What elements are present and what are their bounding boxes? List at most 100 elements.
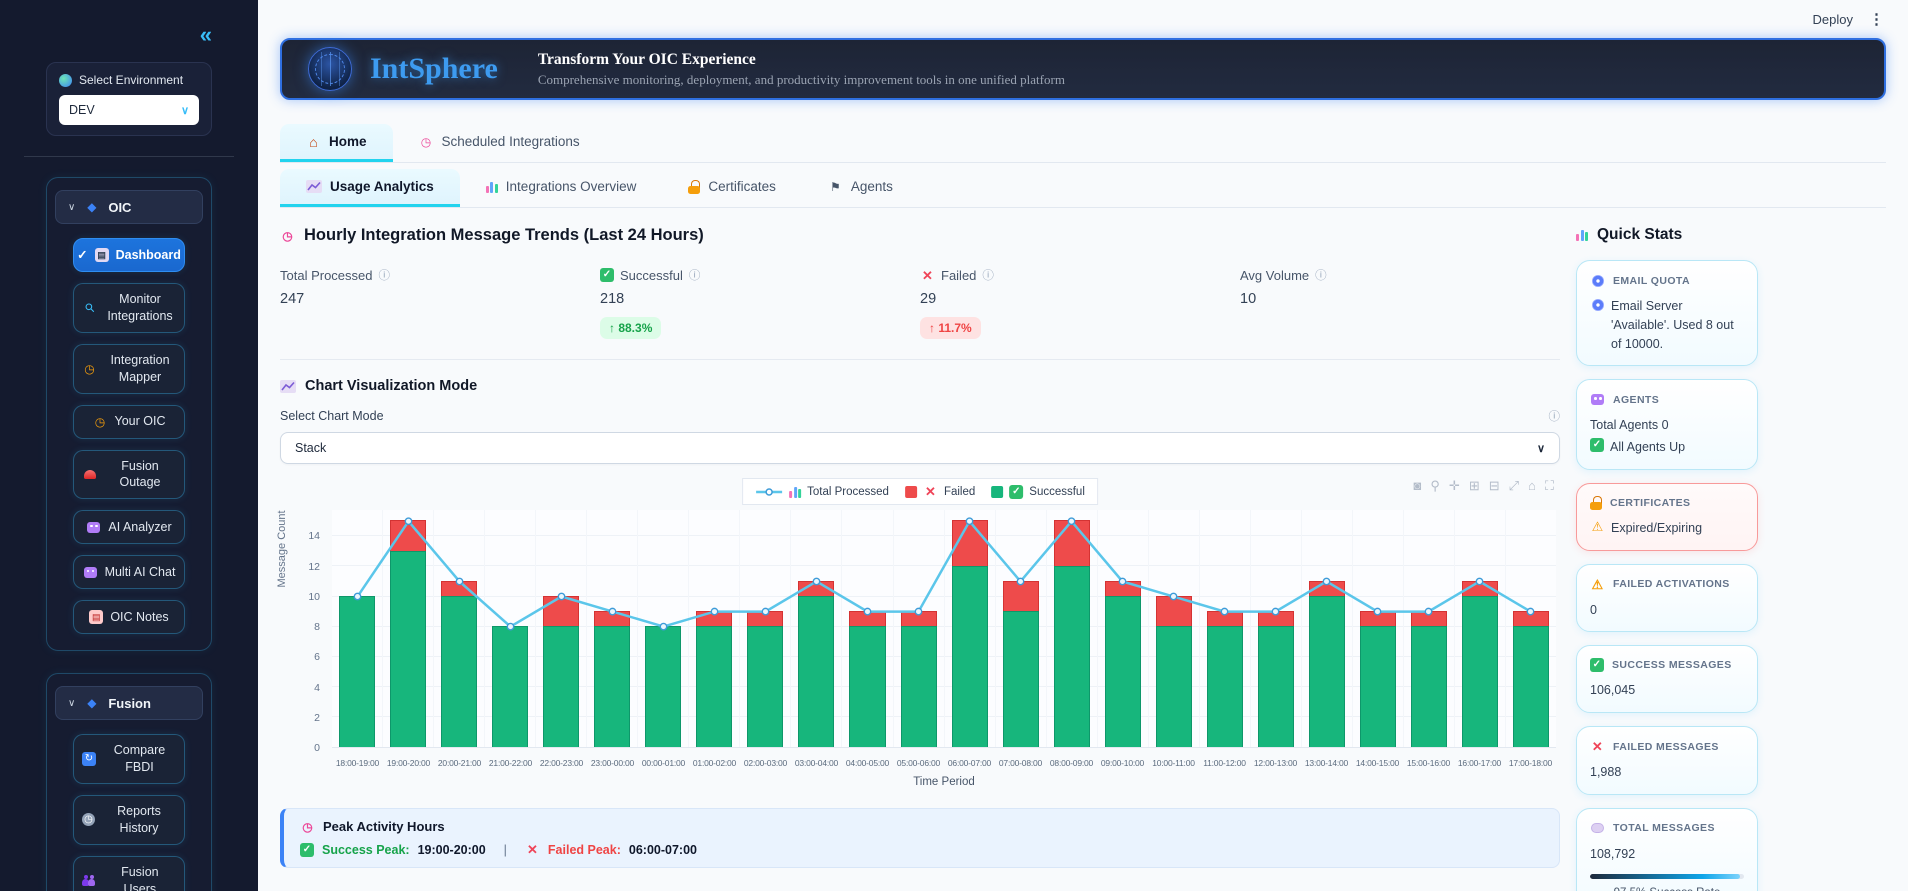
zoom-out-icon[interactable]: ⊟ bbox=[1489, 478, 1500, 494]
sidebar-item-monitor-integrations[interactable]: ⚲ Monitor Integrations bbox=[73, 283, 185, 333]
quick-stat-card-certificates[interactable]: CERTIFICATES ⚠ Expired/Expiring bbox=[1576, 482, 1758, 551]
robot-icon bbox=[87, 521, 101, 533]
warning-icon: ⚠ bbox=[1591, 518, 1604, 534]
failed-peak-value: 06:00-07:00 bbox=[628, 842, 697, 857]
environment-select[interactable]: DEV ∨ bbox=[59, 95, 199, 125]
chart-mode-select[interactable]: Stack ∨ bbox=[280, 432, 1560, 464]
check-icon: ✓ bbox=[600, 268, 614, 282]
sidebar-item-dashboard[interactable]: ✓ ▤ Dashboard bbox=[73, 238, 185, 272]
banner-subtitle: Comprehensive monitoring, deployment, an… bbox=[537, 71, 1065, 87]
bar-chart-icon bbox=[1576, 229, 1588, 241]
legend-total-processed[interactable]: Total Processed bbox=[755, 486, 889, 498]
reset-home-icon[interactable]: ⌂ bbox=[1528, 478, 1536, 494]
cross-icon: ✕ bbox=[924, 484, 936, 499]
sidebar-group-header-fusion[interactable]: ∨ ◆ Fusion bbox=[55, 686, 203, 721]
chevron-down-icon: ∨ bbox=[68, 201, 76, 213]
environment-selected-value: DEV bbox=[69, 103, 95, 117]
info-icon[interactable]: ⓘ bbox=[1315, 267, 1327, 283]
success-peak-value: 19:00-20:00 bbox=[417, 842, 486, 857]
quick-stats-title: Quick Stats bbox=[1576, 226, 1758, 244]
tab-scheduled-integrations[interactable]: ◷ Scheduled Integrations bbox=[393, 124, 606, 162]
sidebar-item-your-oic[interactable]: ◷ Your OIC bbox=[73, 404, 185, 439]
intsphere-logo-icon bbox=[308, 47, 352, 91]
cross-icon: ✕ bbox=[526, 842, 538, 857]
quick-stats-panel: Quick Stats EMAIL QUOTA Email Server 'Av… bbox=[1576, 226, 1758, 891]
camera-icon[interactable]: ◙ bbox=[1414, 478, 1422, 494]
check-icon: ✓ bbox=[300, 842, 314, 857]
brand-name: IntSphere bbox=[370, 52, 498, 85]
zoom-icon[interactable]: ⚲ bbox=[1430, 478, 1440, 494]
successful-swatch bbox=[991, 485, 1004, 498]
sidebar-item-reports-history[interactable]: ◷ Reports History bbox=[73, 795, 185, 845]
pan-icon[interactable]: ✛ bbox=[1449, 478, 1460, 494]
chart-mode-title: Chart Visualization Mode bbox=[280, 378, 1560, 394]
quick-stat-card-total-messages[interactable]: TOTAL MESSAGES 108,792 97.5% Success Rat… bbox=[1576, 807, 1758, 891]
sidebar-item-fusion-outage[interactable]: Fusion Outage bbox=[73, 449, 185, 500]
main-tabs: ⌂ Home ◷ Scheduled Integrations bbox=[280, 124, 1886, 163]
top-bar: Deploy ⋮ bbox=[280, 0, 1886, 38]
legend-successful[interactable]: ✓ Successful bbox=[991, 484, 1085, 499]
chart-toolbar: ◙ ⚲ ✛ ⊞ ⊟ ⤢ ⌂ ⛶ bbox=[1414, 478, 1554, 494]
x-axis-ticks: 18:00-19:00 19:00-20:00 20:00-21:00 21:00-2… bbox=[335, 758, 1553, 768]
success-rate-progress bbox=[1590, 873, 1744, 879]
stat-successful-badge: ↑ 88.3% bbox=[600, 317, 662, 339]
kebab-menu-icon[interactable]: ⋮ bbox=[1869, 10, 1884, 28]
bar-chart-icon bbox=[789, 486, 802, 498]
lock-icon bbox=[1590, 495, 1602, 510]
legend-failed[interactable]: ✕ Failed bbox=[904, 484, 975, 499]
tags-icon: ⚑ bbox=[830, 179, 841, 194]
plot-area[interactable] bbox=[332, 510, 1556, 748]
sidebar-item-multi-ai-chat[interactable]: Multi AI Chat bbox=[73, 555, 185, 590]
quick-stat-card-agents[interactable]: AGENTS Total Agents 0 ✓ All Agents Up bbox=[1576, 379, 1758, 470]
autoscale-icon[interactable]: ⤢ bbox=[1509, 478, 1519, 494]
quick-stat-card-failed-messages[interactable]: ✕ FAILED MESSAGES 1,988 bbox=[1576, 726, 1758, 795]
quick-stat-card-email-quota[interactable]: EMAIL QUOTA Email Server 'Available'. Us… bbox=[1576, 260, 1758, 367]
chevron-down-icon: ∨ bbox=[180, 104, 189, 117]
robot-icon bbox=[1591, 394, 1604, 406]
sidebar-group-header-oic[interactable]: ∨ ◆ OIC bbox=[55, 190, 203, 224]
subtab-agents[interactable]: ⚑ Agents bbox=[802, 169, 919, 207]
zoom-in-icon[interactable]: ⊞ bbox=[1469, 478, 1480, 494]
sidebar-item-oic-notes[interactable]: ▤ OIC Notes bbox=[73, 600, 185, 635]
diamond-icon: ◆ bbox=[87, 200, 97, 214]
chart-legend[interactable]: Total Processed ✕ Failed ✓ Successful bbox=[742, 478, 1098, 505]
info-icon[interactable]: ⓘ bbox=[982, 267, 994, 283]
fullscreen-icon[interactable]: ⛶ bbox=[1545, 478, 1554, 494]
sidebar-group-oic: ∨ ◆ OIC ✓ ▤ Dashboard ⚲ Monitor Integrations… bbox=[46, 177, 212, 652]
quick-stat-card-success-messages[interactable]: ✓ SUCCESS MESSAGES 106,045 bbox=[1576, 645, 1758, 713]
subtab-certificates[interactable]: Certificates bbox=[662, 169, 802, 207]
stat-successful-value: 218 bbox=[600, 291, 625, 307]
sidebar: « Select Environment DEV ∨ ∨ ◆ OIC ✓ ▤ Dash… bbox=[0, 0, 258, 891]
sidebar-item-ai-analyzer[interactable]: AI Analyzer bbox=[73, 510, 185, 545]
sidebar-item-compare-fbdi[interactable]: ↻ Compare FBDI bbox=[73, 734, 185, 784]
sidebar-item-fusion-users[interactable]: Fusion Users bbox=[73, 855, 185, 891]
warning-icon: ⚠ bbox=[1591, 576, 1604, 592]
deploy-button[interactable]: Deploy bbox=[1813, 12, 1853, 27]
line-marker-icon bbox=[756, 487, 783, 496]
line-chart-icon bbox=[306, 180, 322, 193]
sidebar-collapse-button[interactable]: « bbox=[200, 22, 212, 48]
bar-chart-icon bbox=[485, 181, 498, 193]
failed-swatch bbox=[904, 485, 917, 498]
subtab-usage-analytics[interactable]: Usage Analytics bbox=[280, 169, 460, 207]
sidebar-item-integration-mapper[interactable]: ◷ Integration Mapper bbox=[73, 343, 185, 394]
subtab-integrations-overview[interactable]: Integrations Overview bbox=[460, 169, 663, 207]
chat-bubble-icon bbox=[1591, 823, 1604, 834]
users-icon bbox=[82, 875, 97, 887]
sidebar-group-fusion: ∨ ◆ Fusion ↻ Compare FBDI ◷ Reports History… bbox=[46, 673, 212, 891]
environment-label: Select Environment bbox=[59, 73, 199, 87]
info-icon[interactable]: ⓘ bbox=[1549, 408, 1561, 424]
lock-icon bbox=[688, 179, 701, 194]
x-axis-label: Time Period bbox=[913, 776, 975, 788]
cross-icon: ✕ bbox=[1591, 739, 1604, 754]
environment-card: Select Environment DEV ∨ bbox=[46, 62, 212, 136]
quick-stat-card-failed-activations[interactable]: ⚠ FAILED ACTIVATIONS 0 bbox=[1576, 563, 1758, 633]
check-icon: ✓ bbox=[1009, 484, 1024, 499]
info-icon[interactable]: ⓘ bbox=[689, 267, 701, 283]
stat-total-processed-value: 247 bbox=[280, 291, 305, 307]
stats-row: Total Processed ⓘ 247 ✓ Successful ⓘ 218 ↑ … bbox=[280, 267, 1560, 339]
info-icon[interactable]: ⓘ bbox=[379, 267, 391, 283]
home-icon: ⌂ bbox=[309, 133, 318, 150]
tab-home[interactable]: ⌂ Home bbox=[280, 124, 393, 162]
stat-total-processed: Total Processed ⓘ 247 bbox=[280, 267, 600, 339]
